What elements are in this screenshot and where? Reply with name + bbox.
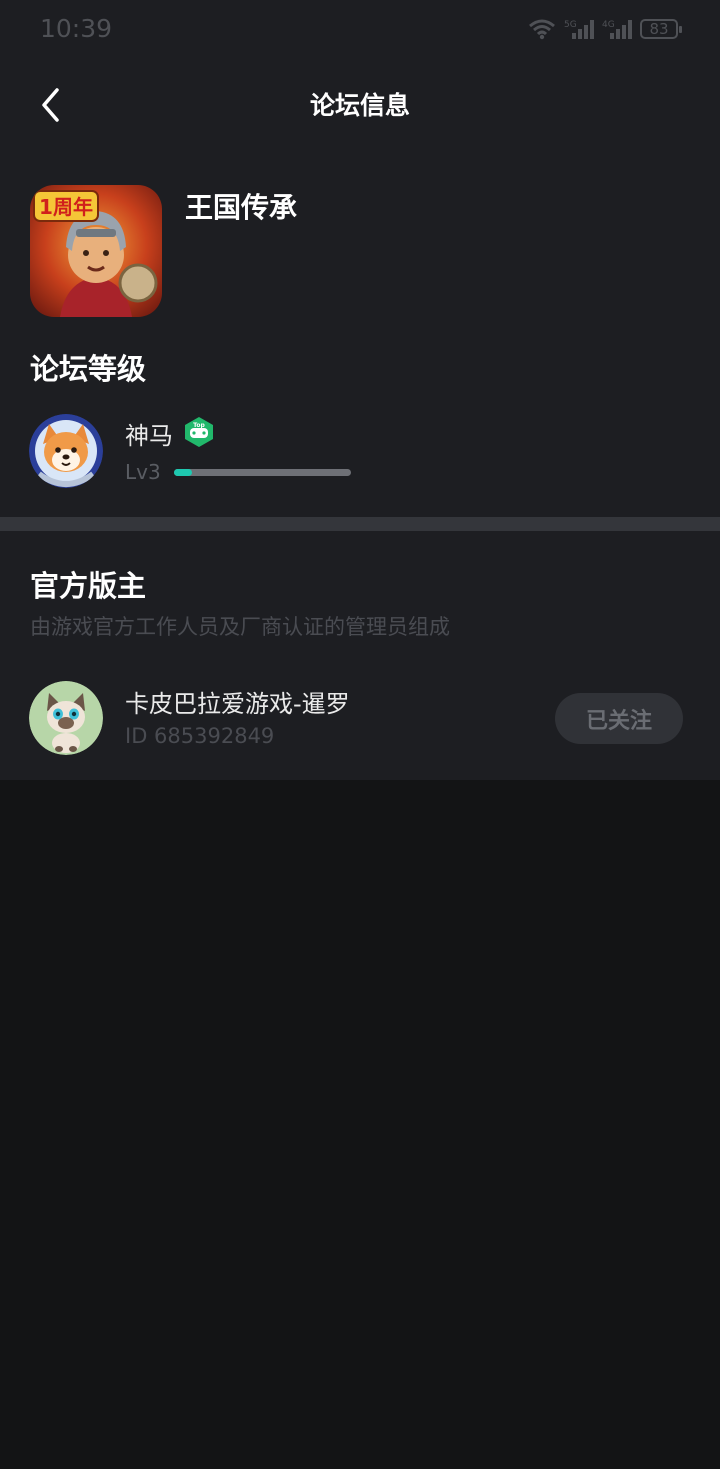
moderator-name: 卡皮巴拉爱游戏-暹罗 (125, 690, 350, 718)
follow-button[interactable]: 已关注 (555, 693, 683, 744)
forum-level-title: 论坛等级 (30, 352, 147, 386)
section-divider (0, 517, 720, 531)
user-name: 神马 (125, 422, 173, 450)
top-badge-text: Top (193, 422, 205, 429)
signal-4g-icon: 4G (602, 20, 632, 39)
status-icons: 5G 4G 83 (528, 18, 682, 40)
moderators-title: 官方版主 (30, 569, 147, 603)
svg-text:4G: 4G (602, 20, 615, 30)
moderator-avatar[interactable] (29, 681, 103, 755)
page-title: 论坛信息 (309, 91, 410, 120)
top-badge-icon: Top (183, 416, 215, 448)
game-name: 王国传承 (185, 191, 298, 224)
user-avatar[interactable] (29, 414, 103, 488)
game-icon-badge: 1周年 (39, 195, 93, 219)
battery-indicator: 83 (640, 19, 682, 39)
forum-info-screen: 10:39 5G 4G 83 论坛信息 1周年 王国传承 论坛等级 神马 Top… (0, 0, 720, 1469)
status-time: 10:39 (40, 14, 113, 43)
battery-level: 83 (649, 20, 669, 38)
game-icon: 1周年 (30, 185, 162, 317)
level-label: Lv3 (125, 460, 161, 484)
moderator-id: ID 685392849 (125, 724, 275, 748)
level-progress-fill (174, 469, 192, 476)
wifi-icon (529, 19, 555, 40)
svg-text:5G: 5G (564, 20, 577, 30)
signal-5g-icon: 5G (564, 20, 594, 39)
level-progress-bar (174, 469, 351, 476)
moderators-subtitle: 由游戏官方工作人员及厂商认证的管理员组成 (30, 615, 450, 639)
